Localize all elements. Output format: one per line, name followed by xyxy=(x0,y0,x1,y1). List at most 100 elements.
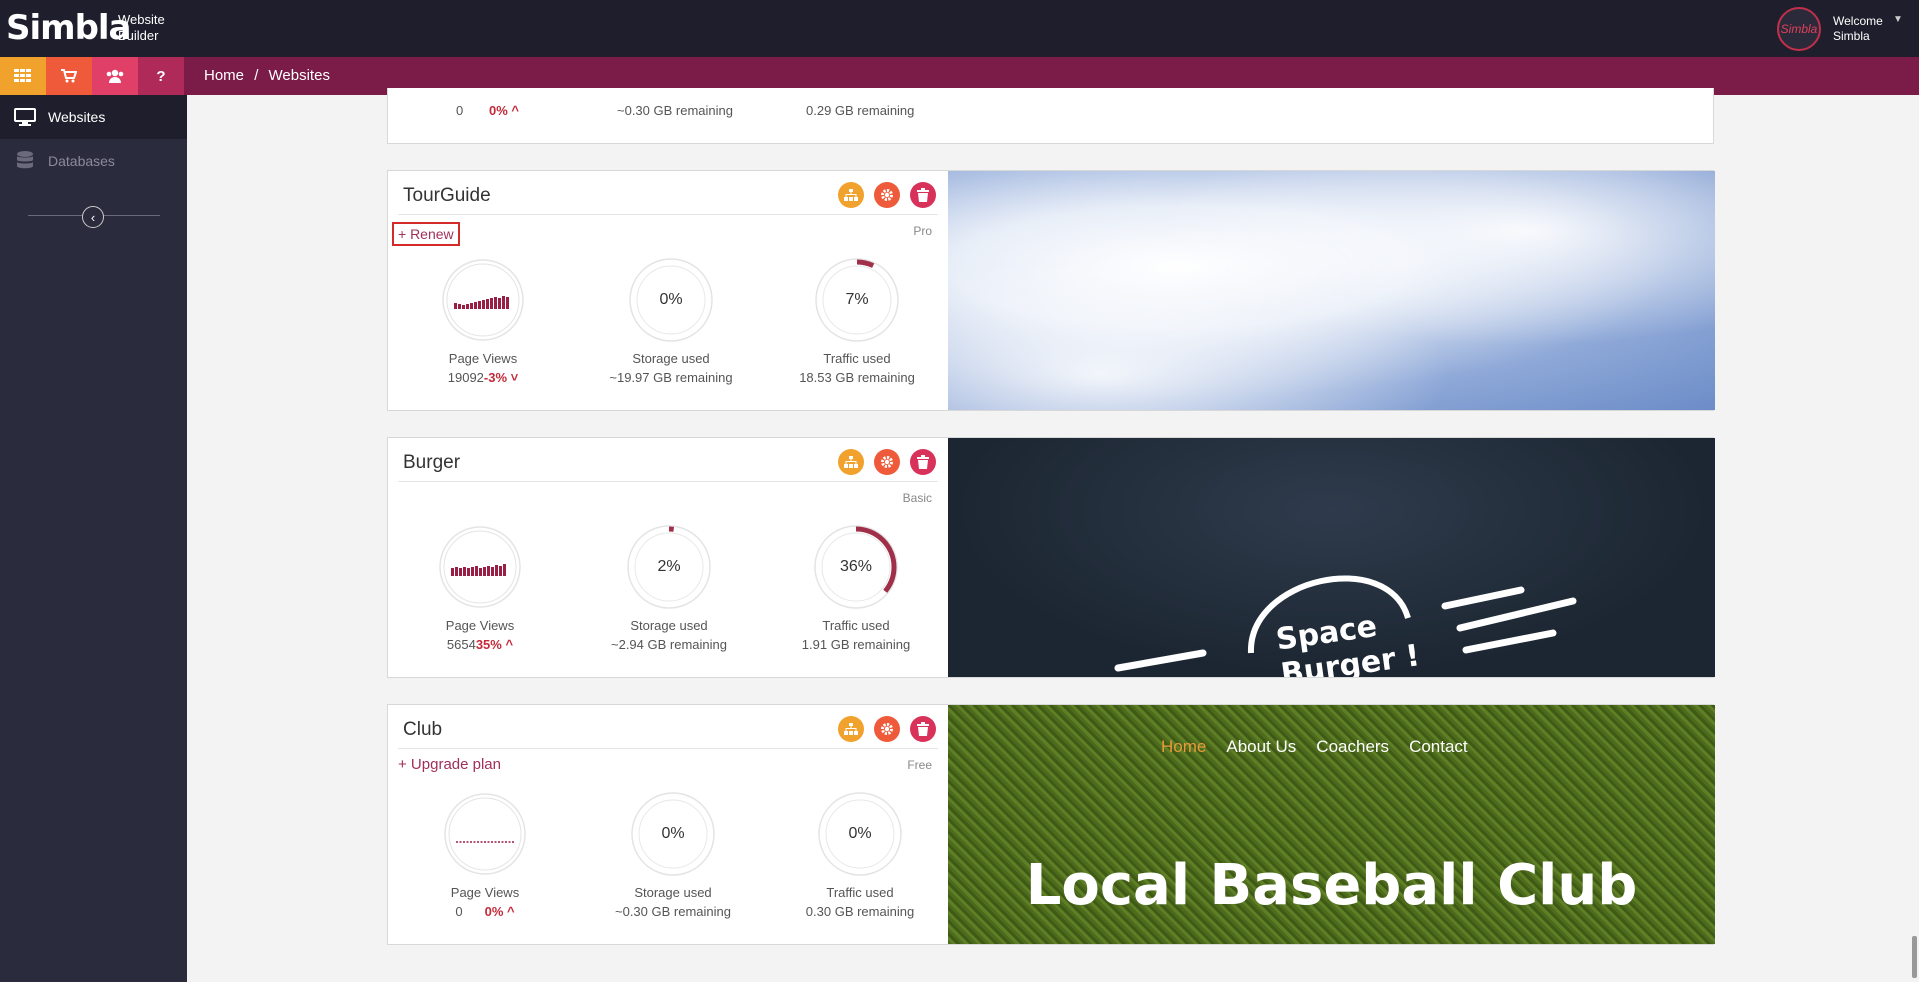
trash-icon xyxy=(917,722,929,736)
card-info: TourGuide + Renew Pro Page Views 19092-3… xyxy=(388,171,948,410)
traffic-label: Traffic used xyxy=(823,351,891,366)
breadcrumb: Home / Websites xyxy=(204,67,336,84)
traffic-label: Traffic used xyxy=(822,618,890,633)
sidebar-item-label: Websites xyxy=(48,109,106,125)
traffic-remaining: 0.29 GB remaining xyxy=(806,103,915,118)
storage-ring: 2% xyxy=(626,524,712,610)
gear-icon xyxy=(881,723,893,735)
storage-percent: 0% xyxy=(659,291,683,308)
storage-remaining: ~19.97 GB remaining xyxy=(609,370,733,385)
site-name[interactable]: Burger xyxy=(403,452,460,474)
avatar[interactable]: Simbla xyxy=(1777,7,1821,51)
page-views-label: Page Views xyxy=(445,618,515,633)
storage-ring: 0% xyxy=(630,791,716,877)
database-icon xyxy=(14,151,36,171)
sitemap-button[interactable] xyxy=(838,449,864,475)
chevron-left-icon: ‹ xyxy=(90,209,96,225)
logo-sub-line-1: Website xyxy=(118,12,165,27)
card-divider xyxy=(398,481,938,482)
welcome-text[interactable]: Welcome Simbla xyxy=(1833,14,1883,44)
page-views-ring xyxy=(440,257,526,343)
storage-remaining: ~2.94 GB remaining xyxy=(611,637,727,652)
page-views-stat: Page Views 565435% ^ xyxy=(405,524,555,652)
delete-button[interactable] xyxy=(910,182,936,208)
sidebar-item-databases[interactable]: Databases xyxy=(0,139,187,183)
collapse-sidebar-button[interactable]: ‹ xyxy=(82,206,104,228)
page-views-chart xyxy=(439,526,521,608)
sidebar-item-websites[interactable]: Websites xyxy=(0,95,187,139)
website-card-tourguide: TourGuide + Renew Pro Page Views 19092-3… xyxy=(387,170,1715,411)
grid-icon xyxy=(14,69,31,82)
preview-nav-about: About Us xyxy=(1226,737,1297,756)
card-divider xyxy=(398,748,938,749)
traffic-ring: 7% xyxy=(814,257,900,343)
settings-button[interactable] xyxy=(874,716,900,742)
top-bar: Simbla Website Builder Simbla Welcome Si… xyxy=(0,0,1919,57)
traffic-stat: 0% Traffic used 0.30 GB remaining xyxy=(785,791,935,919)
apps-button[interactable] xyxy=(0,57,46,95)
sitemap-icon xyxy=(844,723,858,735)
storage-stat: 2% Storage used ~2.94 GB remaining xyxy=(594,524,744,652)
traffic-remaining: 18.53 GB remaining xyxy=(799,370,915,385)
website-card-club: Club + Upgrade plan Free Page Views 0 0% … xyxy=(387,704,1715,945)
cart-button[interactable] xyxy=(46,57,92,95)
page-views-count: 0 xyxy=(456,103,464,118)
delete-button[interactable] xyxy=(910,716,936,742)
page-views-ring xyxy=(437,524,523,610)
site-preview-image[interactable]: Home About Us Coachers Contact Local Bas… xyxy=(948,705,1715,944)
user-menu-caret-icon[interactable]: ▼ xyxy=(1893,14,1903,25)
delete-button[interactable] xyxy=(910,449,936,475)
welcome-line-1: Welcome xyxy=(1833,14,1883,28)
sitemap-button[interactable] xyxy=(838,716,864,742)
storage-label: Storage used xyxy=(630,618,708,633)
storage-stat: 0% Storage used ~19.97 GB remaining xyxy=(596,257,746,385)
chevron-down-icon: ˅ xyxy=(507,370,519,385)
sitemap-button[interactable] xyxy=(838,182,864,208)
settings-button[interactable] xyxy=(874,182,900,208)
site-preview-image[interactable] xyxy=(948,171,1715,410)
traffic-stat: 36% Traffic used 1.91 GB remaining xyxy=(781,524,931,652)
settings-button[interactable] xyxy=(874,449,900,475)
sitemap-icon xyxy=(844,189,858,201)
scrollbar-thumb[interactable] xyxy=(1912,936,1917,978)
site-preview-image[interactable]: Space Burger ! xyxy=(948,438,1715,677)
card-actions xyxy=(838,716,936,742)
trash-icon xyxy=(917,188,929,202)
traffic-ring: 0% xyxy=(817,791,903,877)
traffic-remaining: 0.30 GB remaining xyxy=(805,904,915,919)
site-name[interactable]: TourGuide xyxy=(403,185,491,207)
help-button[interactable]: ? xyxy=(138,57,184,95)
card-divider xyxy=(398,214,938,215)
breadcrumb-home[interactable]: Home xyxy=(204,67,244,84)
upgrade-plan-link[interactable]: + Upgrade plan xyxy=(398,756,501,773)
plan-badge: Free xyxy=(907,758,932,772)
logo-sub-line-2: Builder xyxy=(118,28,159,43)
preview-nav-home: Home xyxy=(1161,737,1207,756)
page-views-label: Page Views xyxy=(450,885,520,900)
chevron-up-icon: ^ xyxy=(501,637,514,652)
traffic-percent: 0% xyxy=(848,825,872,842)
card-actions xyxy=(838,449,936,475)
monitor-icon xyxy=(14,108,36,126)
storage-label: Storage used xyxy=(634,885,712,900)
site-name[interactable]: Club xyxy=(403,719,442,741)
renew-link[interactable]: + Renew xyxy=(392,222,460,246)
card-info: Club + Upgrade plan Free Page Views 0 0% … xyxy=(388,705,948,944)
page-views-stat: Page Views 0 0% ^ xyxy=(410,791,560,919)
cloud-overlay xyxy=(948,171,1715,410)
users-button[interactable] xyxy=(92,57,138,95)
logo[interactable]: Simbla xyxy=(6,8,132,48)
traffic-ring: 36% xyxy=(813,524,899,610)
storage-label: Storage used xyxy=(632,351,710,366)
traffic-percent: 7% xyxy=(845,291,869,308)
traffic-label: Traffic used xyxy=(826,885,894,900)
website-card-burger: Burger Basic Page Views 565435% ^ 2% Sto… xyxy=(387,437,1715,678)
plan-badge: Basic xyxy=(902,491,932,505)
storage-percent: 2% xyxy=(657,558,681,575)
page-views-label: Page Views xyxy=(448,351,518,366)
chevron-up-icon: ^ xyxy=(503,904,515,919)
page-views-change: 0% ^ xyxy=(489,103,520,118)
traffic-percent: 36% xyxy=(839,558,873,575)
plan-badge: Pro xyxy=(913,224,932,238)
cart-icon xyxy=(61,69,77,83)
